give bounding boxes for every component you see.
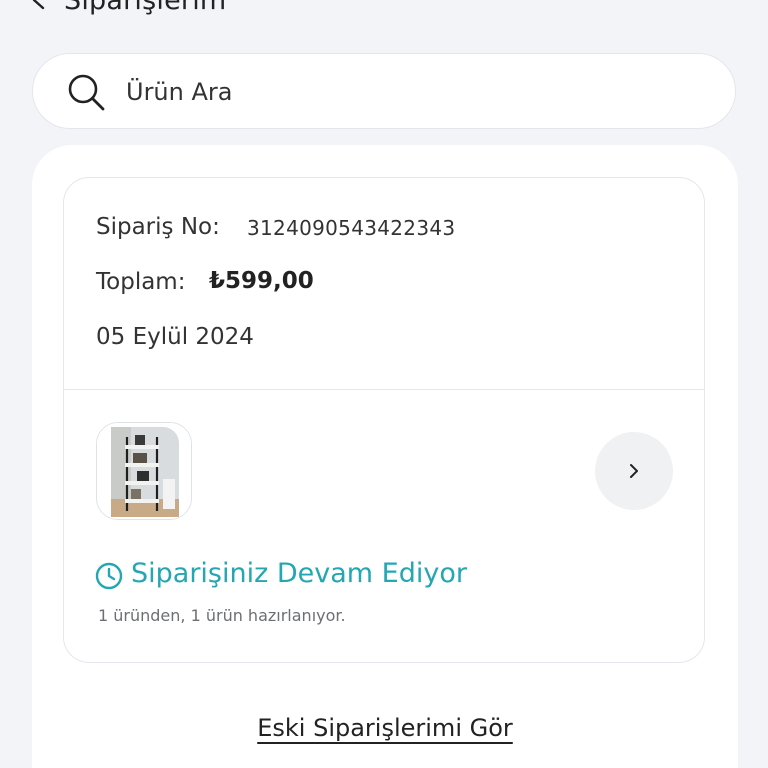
total-label: Toplam:	[96, 269, 186, 295]
order-no-value: 3124090543422343	[247, 216, 456, 240]
order-no-label: Sipariş No:	[96, 214, 220, 240]
order-status: Siparişiniz Devam Ediyor	[131, 558, 467, 589]
search-icon[interactable]	[66, 72, 106, 112]
product-thumbnail[interactable]	[96, 422, 192, 520]
search-input[interactable]	[126, 74, 686, 110]
order-card-divider	[63, 389, 705, 390]
clock-icon	[95, 562, 123, 590]
order-card[interactable]	[63, 177, 705, 663]
order-date: 05 Eylül 2024	[96, 324, 254, 350]
product-image	[97, 423, 191, 519]
old-orders-link[interactable]: Eski Siparişlerimi Gör	[248, 714, 522, 742]
chevron-left-icon[interactable]	[28, 0, 50, 11]
total-value: ₺599,00	[209, 268, 314, 294]
page-title: Siparişlerim	[64, 0, 227, 16]
chevron-right-icon	[626, 463, 642, 479]
order-detail-button[interactable]	[595, 432, 673, 510]
order-status-detail: 1 üründen, 1 ürün hazırlanıyor.	[98, 606, 346, 625]
orders-page: Siparişlerim Sipariş No: 312409054342234…	[0, 0, 768, 768]
header: Siparişlerim	[28, 0, 226, 18]
